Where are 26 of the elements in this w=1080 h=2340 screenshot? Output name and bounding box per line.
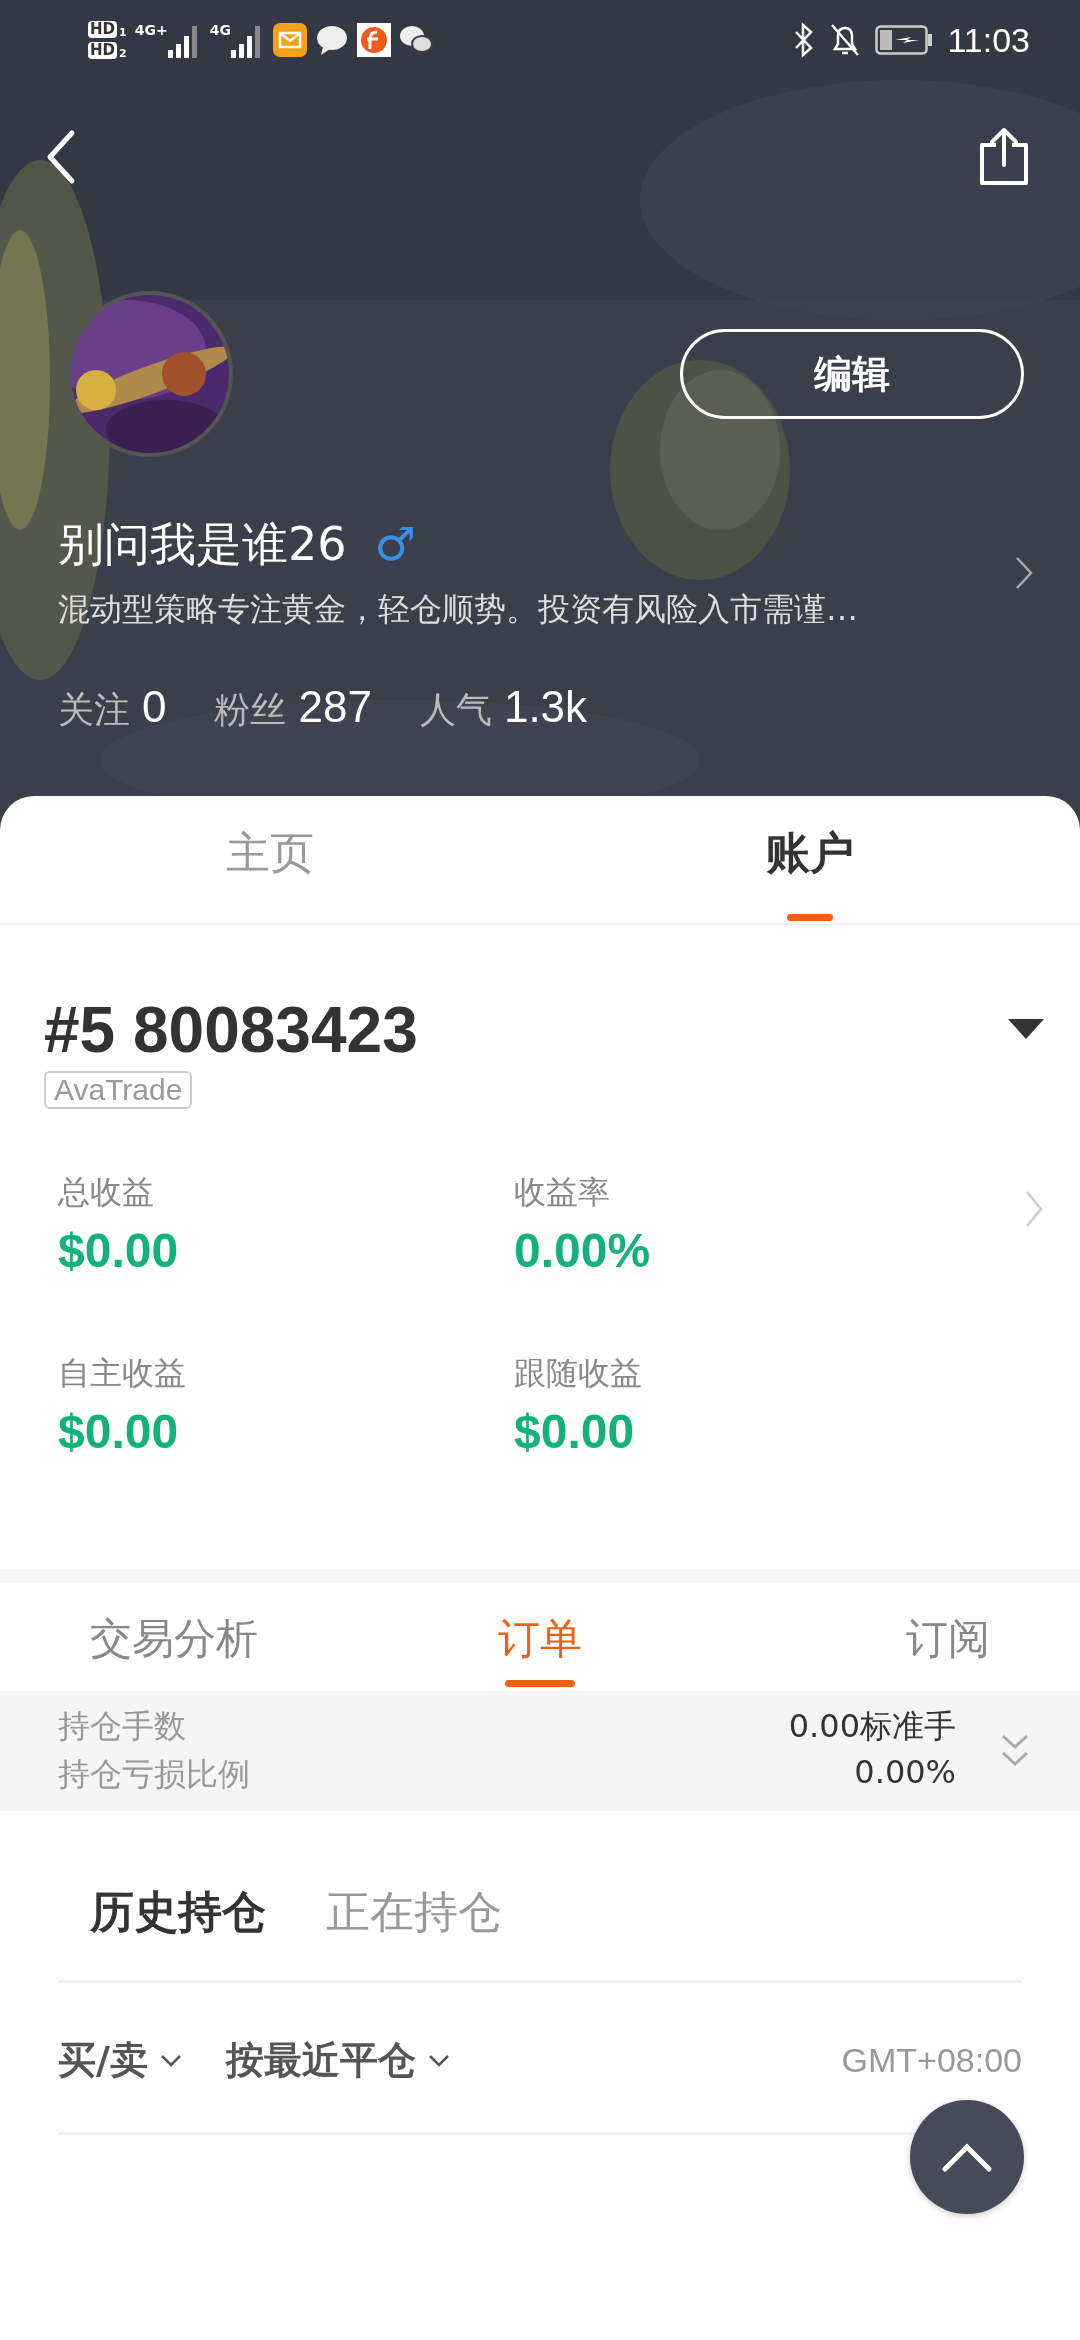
metric-label: 跟随收益	[514, 1353, 643, 1394]
summary-value: 0.00%	[854, 1753, 956, 1793]
tab[interactable]: 历史持仓	[90, 1883, 266, 1942]
metric-label: 收益率	[514, 1172, 611, 1213]
tab[interactable]: 交易分析	[0, 1583, 390, 1691]
tab[interactable]: 账户	[540, 796, 1080, 923]
metric-value: $0.00	[58, 1223, 180, 1278]
metric-value: $0.00	[58, 1404, 180, 1459]
caret-down-icon	[159, 2053, 182, 2068]
chevron-up-icon	[942, 2142, 992, 2172]
metric-label: 自主收益	[58, 1353, 187, 1394]
dropdown-icon[interactable]	[1008, 1019, 1044, 1041]
metric-value: 0.00%	[514, 1223, 652, 1278]
metric-value: $0.00	[514, 1404, 636, 1459]
summary-label: 持仓亏损比例	[58, 1754, 250, 1795]
summary-value: 0.00标准手	[788, 1706, 956, 1747]
filter-dropdown[interactable]: 买/卖	[58, 2035, 182, 2086]
account-number: #5 80083423	[44, 993, 418, 1067]
caret-down-icon	[427, 2053, 450, 2068]
summary-label: 持仓手数	[58, 1706, 186, 1747]
filter-dropdown[interactable]: 按最近平仓	[225, 2035, 450, 2086]
scroll-to-top-button[interactable]	[910, 2100, 1024, 2214]
broker-tag: AvaTrade	[44, 1071, 193, 1109]
tab[interactable]: 订阅	[690, 1583, 1080, 1691]
timezone-label: GMT+08:00	[841, 2041, 1022, 2080]
metric-label: 总收益	[58, 1172, 155, 1213]
